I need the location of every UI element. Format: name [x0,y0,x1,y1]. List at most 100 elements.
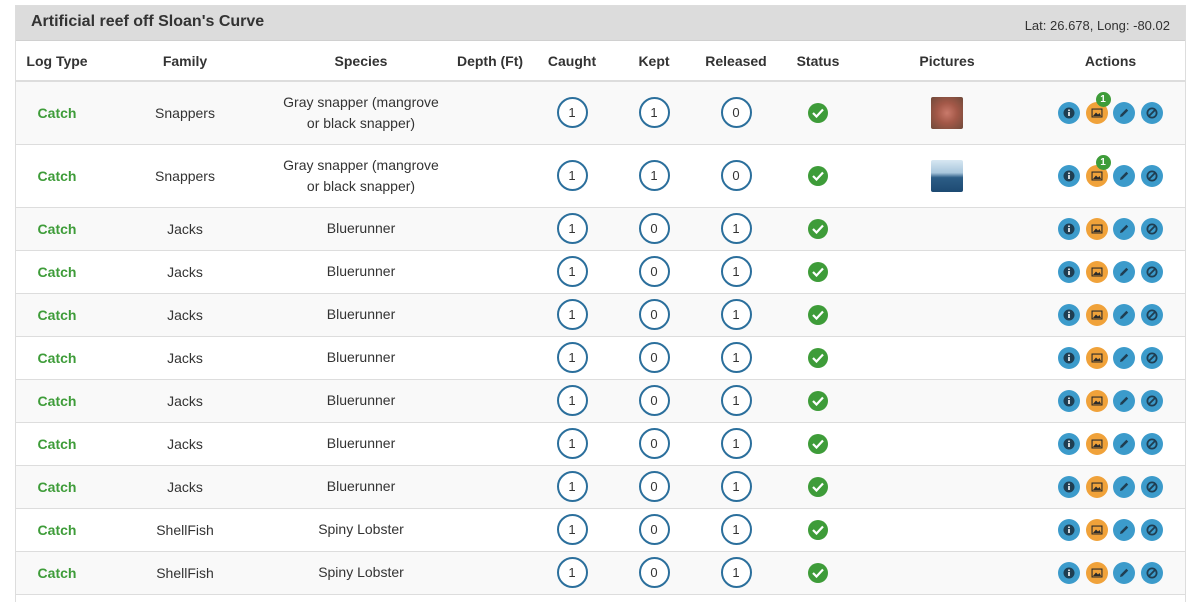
log-type-label: Catch [37,349,77,366]
catch-photo-thumbnail[interactable] [931,159,963,192]
table-row: Catch ShellFish Spiny Lobster 1 0 1 [16,507,1185,551]
ban-icon[interactable] [1141,217,1164,240]
kept-count: 1 [638,160,670,191]
info-icon[interactable] [1057,217,1080,240]
info-icon[interactable] [1057,303,1080,326]
caught-count: 1 [556,471,588,502]
pencil-icon[interactable] [1113,346,1136,369]
log-type-label: Catch [37,104,77,121]
pencil-icon[interactable] [1113,432,1136,455]
ban-icon[interactable] [1141,303,1164,326]
family-name: Jacks [167,220,203,237]
species-name: Bluerunner [326,220,396,236]
col-header-family[interactable]: Family [98,41,272,82]
ban-icon[interactable] [1141,260,1164,283]
info-icon[interactable] [1057,346,1080,369]
table-row: Catch ShellFish Spiny Lobster 1 0 1 [16,550,1185,594]
released-count: 1 [720,385,752,416]
check-circle-icon [808,304,828,325]
pencil-icon[interactable] [1113,561,1136,584]
picture-icon[interactable] [1085,475,1108,498]
picture-icon[interactable] [1085,260,1108,283]
picture-icon[interactable] [1085,303,1108,326]
col-header-kept[interactable]: Kept [614,41,694,82]
col-header-pictures[interactable]: Pictures [858,41,1036,82]
col-header-released[interactable]: Released [694,41,778,82]
pencil-icon[interactable] [1113,101,1136,124]
picture-icon[interactable] [1085,346,1108,369]
panel-heading: Artificial reef off Sloan's Curve Lat: 2… [16,6,1185,41]
log-type-label: Catch [37,392,77,409]
ban-icon[interactable] [1141,164,1164,187]
info-icon[interactable] [1057,518,1080,541]
table-row: Catch Jacks Bluerunner 1 0 1 [16,378,1185,422]
family-name: Snappers [155,167,215,184]
log-type-label: Catch [37,263,77,280]
pencil-icon[interactable] [1113,518,1136,541]
picture-icon[interactable] [1085,518,1108,541]
log-type-label: Catch [37,521,77,538]
picture-icon[interactable]: 1 [1085,91,1111,124]
ban-icon[interactable] [1141,475,1164,498]
ban-icon[interactable] [1141,389,1164,412]
check-circle-icon [808,519,828,540]
species-name-line2: or black snapper) [306,177,416,194]
col-header-depth[interactable]: Depth (Ft) [450,41,530,82]
pencil-icon[interactable] [1113,217,1136,240]
table-row: Catch Snappers Gray snapper (mangrove or … [16,143,1185,207]
table-row: Catch Jacks Bluerunner 1 0 1 [16,292,1185,336]
col-header-actions[interactable]: Actions [1036,41,1185,82]
check-circle-icon [808,390,828,411]
pencil-icon[interactable] [1113,475,1136,498]
species-name: Bluerunner [326,478,396,494]
table-row-partial [16,593,1185,602]
catch-photo-thumbnail[interactable] [931,96,963,129]
ban-icon[interactable] [1141,518,1164,541]
check-circle-icon [808,476,828,497]
kept-count: 0 [638,256,670,287]
picture-icon[interactable] [1085,217,1108,240]
ban-icon[interactable] [1141,561,1164,584]
info-icon[interactable] [1057,389,1080,412]
info-icon[interactable] [1057,475,1080,498]
col-header-status[interactable]: Status [778,41,858,82]
kept-count: 0 [638,471,670,502]
family-name: Snappers [155,104,215,121]
species-name: Bluerunner [326,392,396,408]
col-header-log-type[interactable]: Log Type [16,41,98,82]
col-header-caught[interactable]: Caught [530,41,614,82]
released-count: 0 [720,160,752,191]
caught-count: 1 [556,385,588,416]
species-name: Bluerunner [326,435,396,451]
table-row: Catch Jacks Bluerunner 1 0 1 [16,335,1185,379]
info-icon[interactable] [1057,260,1080,283]
info-icon[interactable] [1057,164,1080,187]
picture-icon[interactable] [1085,432,1108,455]
family-name: Jacks [167,263,203,280]
check-circle-icon [808,102,828,123]
pencil-icon[interactable] [1113,164,1136,187]
pencil-icon[interactable] [1113,303,1136,326]
picture-icon[interactable] [1085,561,1108,584]
col-header-species[interactable]: Species [272,41,450,82]
pencil-icon[interactable] [1113,389,1136,412]
info-icon[interactable] [1057,101,1080,124]
ban-icon[interactable] [1141,346,1164,369]
table-row: Catch Jacks Bluerunner 1 0 1 [16,421,1185,465]
picture-icon[interactable]: 1 [1085,154,1111,187]
info-icon[interactable] [1057,432,1080,455]
check-circle-icon [808,562,828,583]
kept-count: 1 [638,97,670,129]
info-icon[interactable] [1057,561,1080,584]
caught-count: 1 [556,342,588,373]
released-count: 1 [720,299,752,330]
caught-count: 1 [556,213,588,244]
picture-icon[interactable] [1085,389,1108,412]
ban-icon[interactable] [1141,101,1164,124]
table-row: Catch Jacks Bluerunner 1 0 1 [16,249,1185,293]
pencil-icon[interactable] [1113,260,1136,283]
released-count: 1 [720,256,752,287]
kept-count: 0 [638,514,670,545]
ban-icon[interactable] [1141,432,1164,455]
location-title: Artificial reef off Sloan's Curve [31,13,265,30]
